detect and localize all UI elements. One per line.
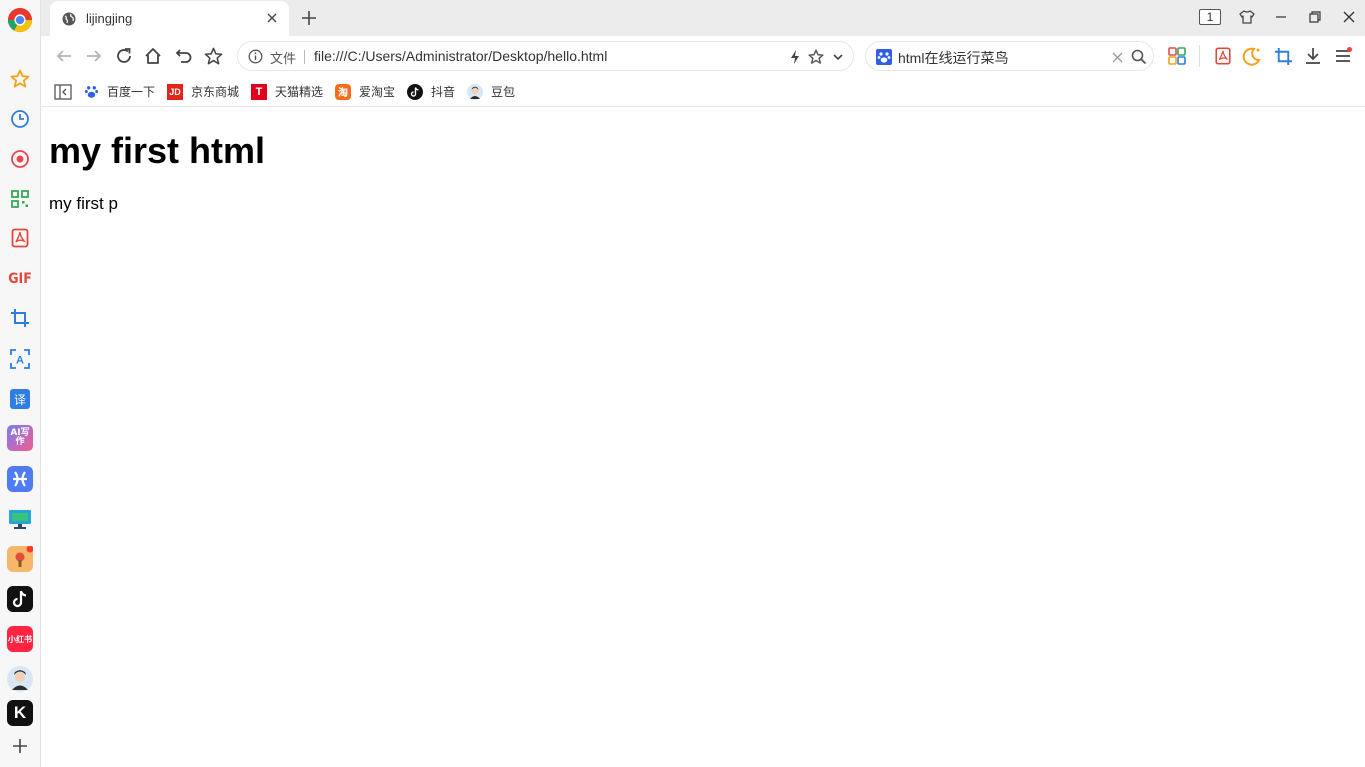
xiaohongshu-label: 小红书 [7,626,33,652]
translate-icon[interactable]: 译 [7,386,33,412]
bookmark-label: 京东商城 [191,85,240,99]
undo-close-icon[interactable] [174,46,194,66]
bookmark-label: 天猫精选 [275,85,324,99]
close-tab-icon[interactable] [265,11,279,25]
k-app-label: K [7,700,33,726]
search-icon[interactable] [1131,49,1147,65]
monitor-icon[interactable] [7,506,33,532]
lightning-icon[interactable] [788,49,802,65]
pdf-icon[interactable] [7,225,33,251]
tab-active[interactable]: lijingjing [50,1,289,36]
address-separator [304,50,305,64]
toolbar: 文件 file:///C:/Users/Administrator/Deskto… [41,36,1365,76]
address-bar[interactable]: 文件 file:///C:/Users/Administrator/Deskto… [237,41,854,71]
page-paragraph: my first p [49,194,118,213]
crop-icon[interactable] [7,305,33,331]
sidebar-toggle-icon[interactable] [54,83,72,100]
translate-label: 译 [10,389,30,409]
clear-search-icon[interactable] [1112,52,1123,63]
baidu-paw-icon [83,84,99,100]
favorite-page-star-icon[interactable] [808,49,824,65]
douyin-icon [407,83,423,100]
bookmark-label: 豆包 [491,85,516,99]
tab-title: lijingjing [86,11,133,26]
k-app-icon[interactable]: K [7,700,33,726]
bookmark-doubao[interactable]: 豆包 [467,83,515,100]
page-heading: my first html [49,130,266,171]
menu-icon[interactable] [1333,46,1353,66]
url-text[interactable]: file:///C:/Users/Administrator/Desktop/h… [314,48,607,64]
qrcode-icon[interactable] [7,186,33,212]
apps-grid-icon[interactable] [1167,46,1187,66]
tab-strip: lijingjing 1 [41,0,1365,36]
jd-icon: JD [167,83,183,100]
left-sidebar: GIF A 译 AI写作 小红书 K [0,0,41,767]
info-icon[interactable] [248,49,263,64]
baidu-paw-icon[interactable] [876,49,892,65]
xiaohongshu-icon[interactable]: 小红书 [7,626,33,652]
app-icon[interactable] [7,466,33,492]
history-clock-icon[interactable] [7,106,33,132]
chevron-down-icon[interactable] [832,51,844,63]
night-mode-icon[interactable] [1242,46,1262,66]
screenshot-crop-icon[interactable] [1273,46,1293,66]
bookmark-label: 抖音 [431,85,456,99]
bookmark-star-icon[interactable] [203,46,223,66]
bookmark-baidu[interactable]: 百度一下 [83,83,155,100]
search-box[interactable]: html在线运行菜鸟 [865,41,1154,71]
restore-icon[interactable] [1304,7,1326,27]
game-icon[interactable] [7,546,33,572]
record-icon[interactable] [7,146,33,172]
ai-write-icon[interactable]: AI写作 [7,425,33,451]
taobao-icon: 淘 [335,83,351,100]
add-icon[interactable] [7,733,33,759]
search-query[interactable]: html在线运行菜鸟 [898,48,1008,68]
bookmarks-bar: 百度一下 JD 京东商城 T 天猫精选 淘 爱淘宝 抖音 豆包 [41,76,1365,107]
globe-icon [62,12,76,25]
home-icon[interactable] [143,46,163,66]
ocr-icon[interactable]: A [7,346,33,372]
bookmark-douyin[interactable]: 抖音 [407,83,455,100]
tmall-icon: T [251,83,267,100]
favorites-star-icon[interactable] [7,66,33,92]
bookmark-taobao[interactable]: 淘 爱淘宝 [335,83,395,100]
svg-text:A: A [16,355,24,367]
gif-icon[interactable]: GIF [7,266,33,292]
reload-icon[interactable] [114,46,134,66]
pdf-tool-icon[interactable] [1213,46,1233,66]
back-arrow-icon[interactable] [54,46,74,66]
download-icon[interactable] [1303,46,1323,66]
tab-count-button[interactable]: 1 [1199,7,1221,27]
scheme-label: 文件 [270,51,297,66]
forward-arrow-icon[interactable] [84,46,104,66]
browser-logo-icon[interactable] [7,7,33,33]
bookmark-tmall[interactable]: T 天猫精选 [251,83,323,100]
bookmark-label: 百度一下 [107,85,156,99]
close-window-icon[interactable] [1338,7,1360,27]
doubao-icon [467,83,483,100]
new-tab-icon[interactable] [300,9,318,27]
douyin-icon[interactable] [7,586,33,612]
avatar-icon[interactable] [7,666,33,692]
ai-write-label: AI写作 [7,425,33,451]
minimize-icon[interactable] [1270,7,1292,27]
bookmark-jd[interactable]: JD 京东商城 [167,83,239,100]
tab-count: 1 [1199,9,1221,25]
toolbar-divider [1199,45,1200,67]
bookmark-label: 爱淘宝 [359,85,396,99]
page-viewport: my first html my first p [41,108,1365,767]
skin-icon[interactable] [1236,7,1258,27]
